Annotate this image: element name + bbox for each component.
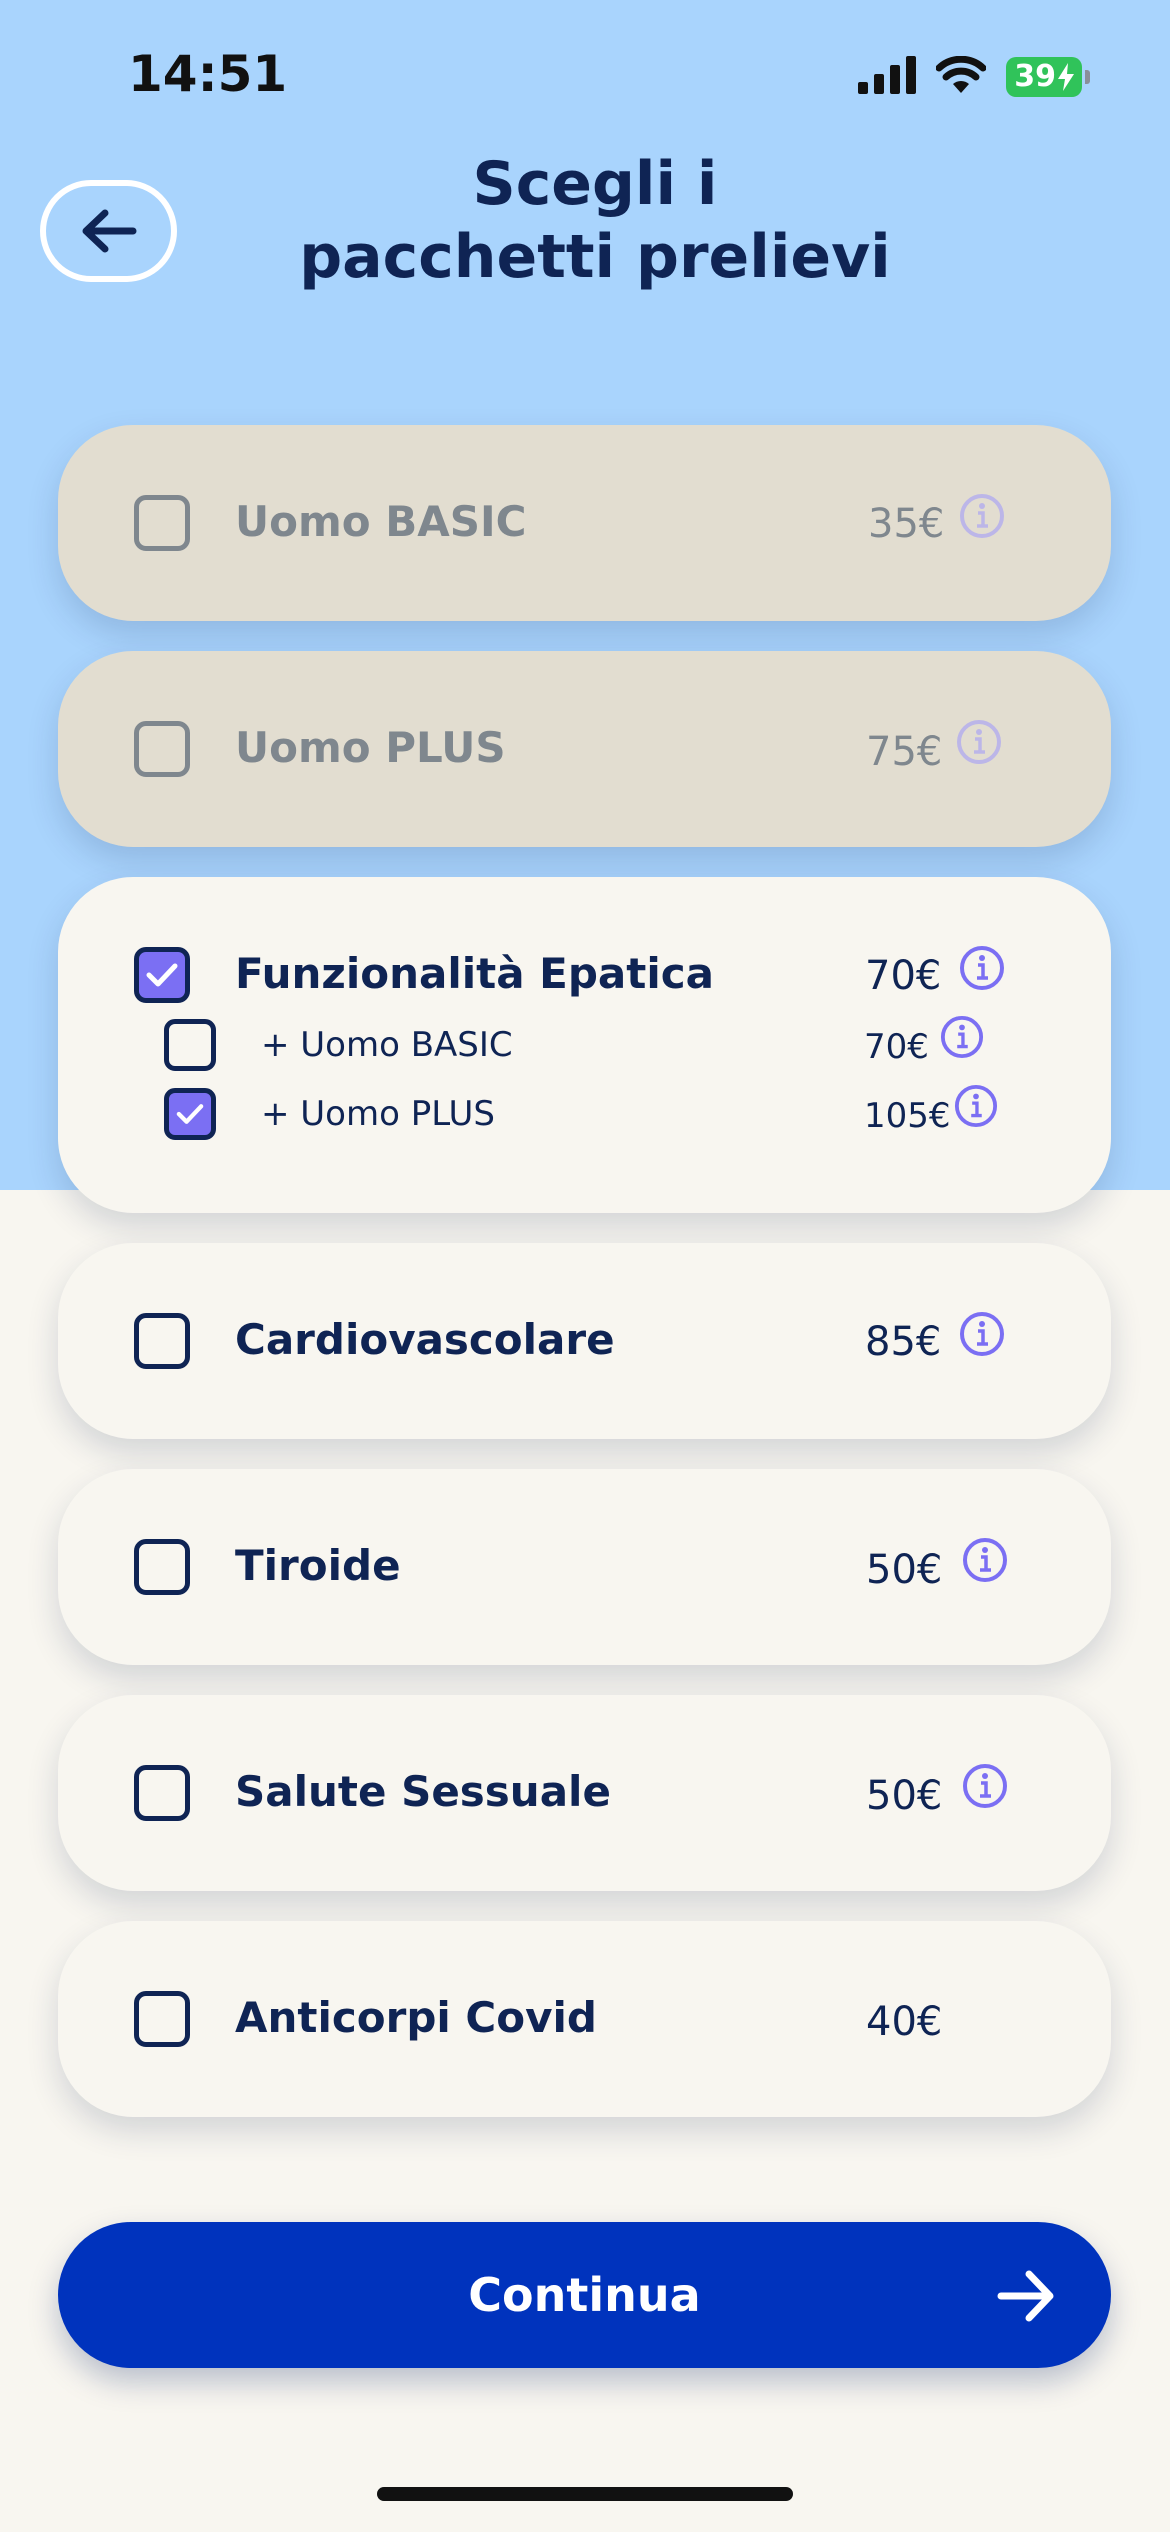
- package-card-cardiovascolare[interactable]: Cardiovascolare 85€: [58, 1243, 1111, 1439]
- check-icon: [146, 963, 178, 987]
- addon-label: + Uomo BASIC: [261, 1025, 513, 1065]
- package-row[interactable]: Tiroide 50€: [58, 1527, 1111, 1607]
- package-price: 35€: [868, 501, 945, 547]
- home-indicator: [377, 2487, 793, 2501]
- package-checkbox[interactable]: [134, 1313, 190, 1369]
- info-circle-icon[interactable]: [959, 1311, 1005, 1357]
- addon-checkbox[interactable]: [164, 1019, 216, 1071]
- package-price: 70€: [865, 953, 942, 999]
- package-checkbox[interactable]: [134, 947, 190, 1003]
- cellular-signal-icon: [858, 56, 917, 98]
- package-label: Cardiovascolare: [235, 1315, 615, 1364]
- back-button[interactable]: [40, 180, 177, 282]
- package-card-uomo-plus[interactable]: Uomo PLUS 75€: [58, 651, 1111, 847]
- package-price: 75€: [866, 729, 943, 775]
- package-price: 85€: [865, 1319, 942, 1365]
- page-title-line-1: Scegli i: [472, 149, 718, 219]
- battery-body: 39: [1006, 57, 1082, 97]
- info-circle-icon[interactable]: [962, 1537, 1008, 1583]
- package-row[interactable]: Uomo BASIC 35€: [58, 483, 1111, 563]
- package-row[interactable]: Uomo PLUS 75€: [58, 709, 1111, 789]
- addon-row-uomo-basic[interactable]: + Uomo BASIC 70€: [58, 1013, 1111, 1077]
- battery-level: 39: [1014, 59, 1056, 94]
- package-row[interactable]: Cardiovascolare 85€: [58, 1301, 1111, 1381]
- battery-indicator: 39: [1006, 57, 1090, 97]
- package-label: Tiroide: [235, 1541, 401, 1590]
- info-circle-icon[interactable]: [962, 1763, 1008, 1809]
- package-label: Uomo BASIC: [235, 497, 527, 546]
- package-row[interactable]: Funzionalità Epatica 70€: [58, 935, 1111, 1015]
- info-circle-icon[interactable]: [940, 1015, 984, 1059]
- package-checkbox[interactable]: [134, 495, 190, 551]
- arrow-right-icon: [997, 2270, 1054, 2322]
- addon-price: 70€: [864, 1027, 929, 1067]
- info-circle-icon[interactable]: [954, 1084, 998, 1128]
- page-title-line-2: pacchetti prelievi: [299, 222, 891, 293]
- page-title: Scegli i pacchetti prelievi: [260, 148, 930, 294]
- package-row[interactable]: Salute Sessuale 50€: [58, 1753, 1111, 1833]
- info-circle-icon[interactable]: [956, 719, 1002, 765]
- package-label: Uomo PLUS: [235, 723, 506, 772]
- info-circle-icon[interactable]: [959, 945, 1005, 991]
- package-card-uomo-basic[interactable]: Uomo BASIC 35€: [58, 425, 1111, 621]
- info-circle-icon[interactable]: [959, 493, 1005, 539]
- package-price: 50€: [866, 1773, 943, 1819]
- continue-button[interactable]: Continua: [58, 2222, 1111, 2368]
- package-label: Anticorpi Covid: [235, 1993, 597, 2042]
- package-price: 50€: [866, 1547, 943, 1593]
- package-checkbox[interactable]: [134, 721, 190, 777]
- package-checkbox[interactable]: [134, 1539, 190, 1595]
- package-checkbox[interactable]: [134, 1991, 190, 2047]
- addon-checkbox[interactable]: [164, 1088, 216, 1140]
- addon-label: + Uomo PLUS: [261, 1094, 495, 1134]
- status-bar: 14:51 39: [0, 0, 1170, 150]
- charging-bolt-icon: [1058, 63, 1074, 91]
- package-label: Funzionalità Epatica: [235, 949, 714, 998]
- continue-label: Continua: [468, 2268, 701, 2322]
- battery-cap: [1085, 70, 1090, 84]
- package-price: 40€: [866, 1999, 943, 2045]
- package-card-funzionalita-epatica[interactable]: Funzionalità Epatica 70€ + Uomo BASIC 70…: [58, 877, 1111, 1213]
- arrow-left-icon: [82, 209, 136, 253]
- package-row[interactable]: Anticorpi Covid 40€: [58, 1979, 1111, 2059]
- addon-row-uomo-plus[interactable]: + Uomo PLUS 105€: [58, 1082, 1111, 1146]
- package-card-tiroide[interactable]: Tiroide 50€: [58, 1469, 1111, 1665]
- status-icons: 39: [858, 55, 1090, 99]
- check-icon: [176, 1104, 204, 1124]
- package-label: Salute Sessuale: [235, 1767, 611, 1816]
- status-time: 14:51: [128, 45, 288, 103]
- package-card-anticorpi-covid[interactable]: Anticorpi Covid 40€: [58, 1921, 1111, 2117]
- package-card-salute-sessuale[interactable]: Salute Sessuale 50€: [58, 1695, 1111, 1891]
- package-checkbox[interactable]: [134, 1765, 190, 1821]
- addon-price: 105€: [864, 1096, 951, 1136]
- wifi-icon: [935, 55, 987, 98]
